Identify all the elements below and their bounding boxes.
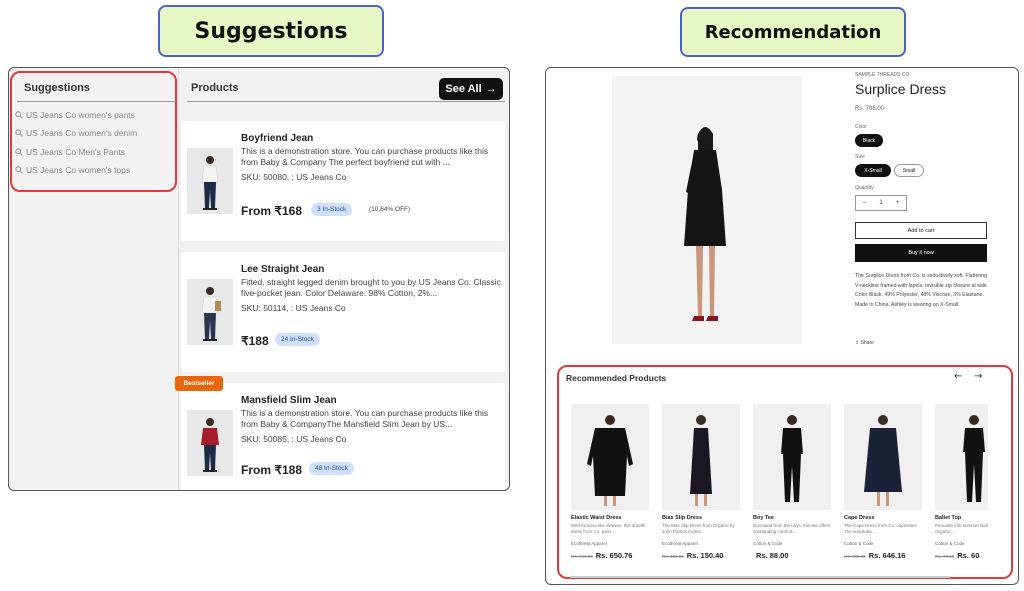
quantity-label: Quantity bbox=[855, 185, 874, 191]
product-price: ₹188 bbox=[241, 334, 269, 348]
suggestions-heading-text: Suggestions bbox=[194, 18, 348, 44]
recommended-product-image bbox=[844, 404, 922, 510]
arrow-left-icon[interactable]: ← bbox=[954, 371, 962, 382]
sale-price: Rs. 650.76 bbox=[595, 551, 633, 560]
sale-price: Rs. 88.00 bbox=[756, 551, 789, 560]
arrow-right-icon[interactable]: → bbox=[974, 371, 982, 382]
product-vendor: SAMPLE THREADS CO. bbox=[855, 72, 911, 78]
recommendation-heading-text: Recommendation bbox=[704, 21, 882, 43]
product-card[interactable]: Lee Straight Jean Fitted, straight legge… bbox=[181, 252, 505, 372]
recommended-product-description: The Bias Slip Dress from Organic by John… bbox=[662, 523, 735, 534]
recommended-product-description: Borrowed from the boys, this tee offers … bbox=[753, 523, 831, 534]
stock-badge: 24 In-Stock bbox=[275, 333, 320, 346]
original-price: Rs. 748.00 bbox=[571, 554, 593, 559]
stock-badge: 48 In-Stock bbox=[309, 462, 354, 475]
suggestions-heading-tag: Suggestions bbox=[158, 5, 384, 57]
recommended-product-description: With Kimono-like sleeves, this sheath dr… bbox=[571, 523, 646, 534]
recommended-product-price: Rs. 748.00 Rs. 650.76 bbox=[571, 551, 632, 560]
product-thumbnail bbox=[187, 148, 233, 214]
size-option-xsmall[interactable]: X-Small bbox=[855, 164, 891, 177]
product-title: Surplice Dress bbox=[855, 81, 947, 97]
recommended-product-brand: Cotton & Code bbox=[753, 541, 783, 546]
sale-price: Rs. 60 bbox=[957, 551, 980, 560]
product-card[interactable]: Boyfriend Jean This is a demonstration s… bbox=[181, 121, 505, 241]
recommended-product-price: Rs. 78.00 Rs. 60 bbox=[935, 551, 979, 560]
recommended-product-brand: Cotton & Code bbox=[844, 541, 874, 546]
recommended-carousel[interactable]: Elastic Waist Dress With Kimono-like sle… bbox=[566, 398, 988, 574]
suggestions-highlight-outline bbox=[10, 71, 177, 192]
product-name: Boyfriend Jean bbox=[241, 133, 314, 144]
recommended-product-card[interactable]: Bias Slip Dress The Bias Slip Dress from… bbox=[657, 398, 741, 574]
product-description: This is a demonstration store. You can p… bbox=[241, 146, 489, 167]
product-price: Rs. 786.00 bbox=[855, 106, 885, 112]
share-label: Share bbox=[860, 340, 874, 346]
carousel-scrollbar[interactable] bbox=[570, 576, 950, 578]
arrow-right-icon: → bbox=[485, 83, 497, 95]
product-card[interactable]: Mansfield Slim Jean This is a demonstrat… bbox=[181, 383, 505, 490]
original-price: Rs. 188.00 bbox=[662, 554, 684, 559]
product-sku: SKU: 50114, : US Jeans Co bbox=[241, 303, 346, 313]
product-sku: SKU: 50085, : US Jeans Co bbox=[241, 434, 347, 444]
recommended-product-price: Rs. 88.00 bbox=[753, 551, 789, 560]
recommended-product-name: Boy Tee bbox=[753, 515, 774, 521]
recommended-product-name: Bias Slip Dress bbox=[662, 515, 703, 521]
recommended-product-card[interactable]: Boy Tee Borrowed from the boys, this tee… bbox=[748, 398, 832, 574]
size-option-small[interactable]: Small bbox=[894, 164, 924, 177]
recommended-product-description: The Cape Dress from Co. captivates. The … bbox=[844, 523, 919, 534]
original-price: Rs. 788.00 bbox=[844, 554, 866, 559]
product-sku: SKU: 50080, : US Jeans Co bbox=[241, 172, 347, 182]
product-main-image[interactable] bbox=[612, 76, 802, 344]
recommended-products-title: Recommended Products bbox=[566, 373, 667, 383]
recommended-product-brand: Ecothreat Apparel bbox=[571, 541, 607, 546]
recommended-product-card[interactable]: Cape Dress The Cape Dress from Co. capti… bbox=[839, 398, 923, 574]
product-price: From ₹168 bbox=[241, 204, 302, 218]
products-divider bbox=[187, 101, 505, 102]
product-detail-panel: SAMPLE THREADS CO. Surplice Dress Rs. 78… bbox=[545, 67, 1019, 585]
buy-now-button[interactable]: Buy it now bbox=[855, 244, 987, 262]
discount-text: (10.64% OFF) bbox=[369, 206, 411, 213]
original-price: Rs. 78.00 bbox=[935, 554, 955, 559]
search-dropdown-panel: Suggestions US Jeans Co women's pants US… bbox=[8, 67, 510, 491]
recommendation-heading-tag: Recommendation bbox=[680, 7, 906, 57]
product-name: Mansfield Slim Jean bbox=[241, 395, 337, 406]
size-label: Size bbox=[855, 154, 865, 160]
sale-price: Rs. 646.16 bbox=[868, 551, 906, 560]
product-description: Fitted, straight legged denim brought to… bbox=[241, 277, 501, 298]
product-thumbnail bbox=[187, 410, 233, 476]
product-description: This is a demonstration store. You can p… bbox=[241, 408, 489, 429]
recommended-product-description: Pirouette into summer Ballet Top from Or… bbox=[935, 523, 988, 534]
recommended-product-price: Rs. 788.00 Rs. 646.16 bbox=[844, 551, 905, 560]
recommended-product-brand: Ecothreat Apparel bbox=[662, 541, 698, 546]
minus-icon[interactable]: − bbox=[863, 200, 867, 206]
see-all-button[interactable]: See All → bbox=[439, 78, 503, 100]
recommended-product-image bbox=[662, 404, 740, 510]
recommended-product-card[interactable]: Elastic Waist Dress With Kimono-like sle… bbox=[566, 398, 650, 574]
share-icon: ⇪ bbox=[855, 340, 860, 346]
plus-icon[interactable]: + bbox=[896, 200, 900, 206]
product-name: Lee Straight Jean bbox=[241, 264, 325, 275]
recommended-product-brand: Cotton & Code bbox=[935, 541, 965, 546]
recommended-product-card[interactable]: Ballet Top Pirouette into summer Ballet … bbox=[930, 398, 988, 574]
add-to-cart-button[interactable]: Add to cart bbox=[855, 222, 987, 239]
recommended-product-price: Rs. 188.00 Rs. 150.40 bbox=[662, 551, 723, 560]
recommended-product-name: Ballet Top bbox=[935, 515, 962, 521]
bestseller-badge: Bestseller bbox=[175, 376, 223, 391]
product-price: From ₹188 bbox=[241, 463, 302, 477]
product-thumbnail bbox=[187, 279, 233, 345]
recommended-product-image bbox=[571, 404, 649, 510]
products-title: Products bbox=[191, 82, 239, 94]
quantity-value: 1 bbox=[879, 200, 883, 206]
stock-badge: 3 In-Stock bbox=[311, 203, 353, 216]
recommended-product-image bbox=[753, 404, 831, 510]
sale-price: Rs. 150.40 bbox=[686, 551, 724, 560]
see-all-label: See All bbox=[445, 83, 482, 95]
recommended-product-image bbox=[935, 404, 988, 510]
product-description: The Surplice Dress from Co. is seductive… bbox=[855, 273, 989, 308]
quantity-stepper[interactable]: − 1 + bbox=[855, 195, 907, 211]
color-label: Color bbox=[855, 124, 867, 130]
color-option-black[interactable]: Black bbox=[855, 134, 883, 147]
recommended-product-name: Cape Dress bbox=[844, 515, 875, 521]
recommended-product-name: Elastic Waist Dress bbox=[571, 515, 622, 521]
share-link[interactable]: ⇪ Share bbox=[855, 340, 874, 346]
